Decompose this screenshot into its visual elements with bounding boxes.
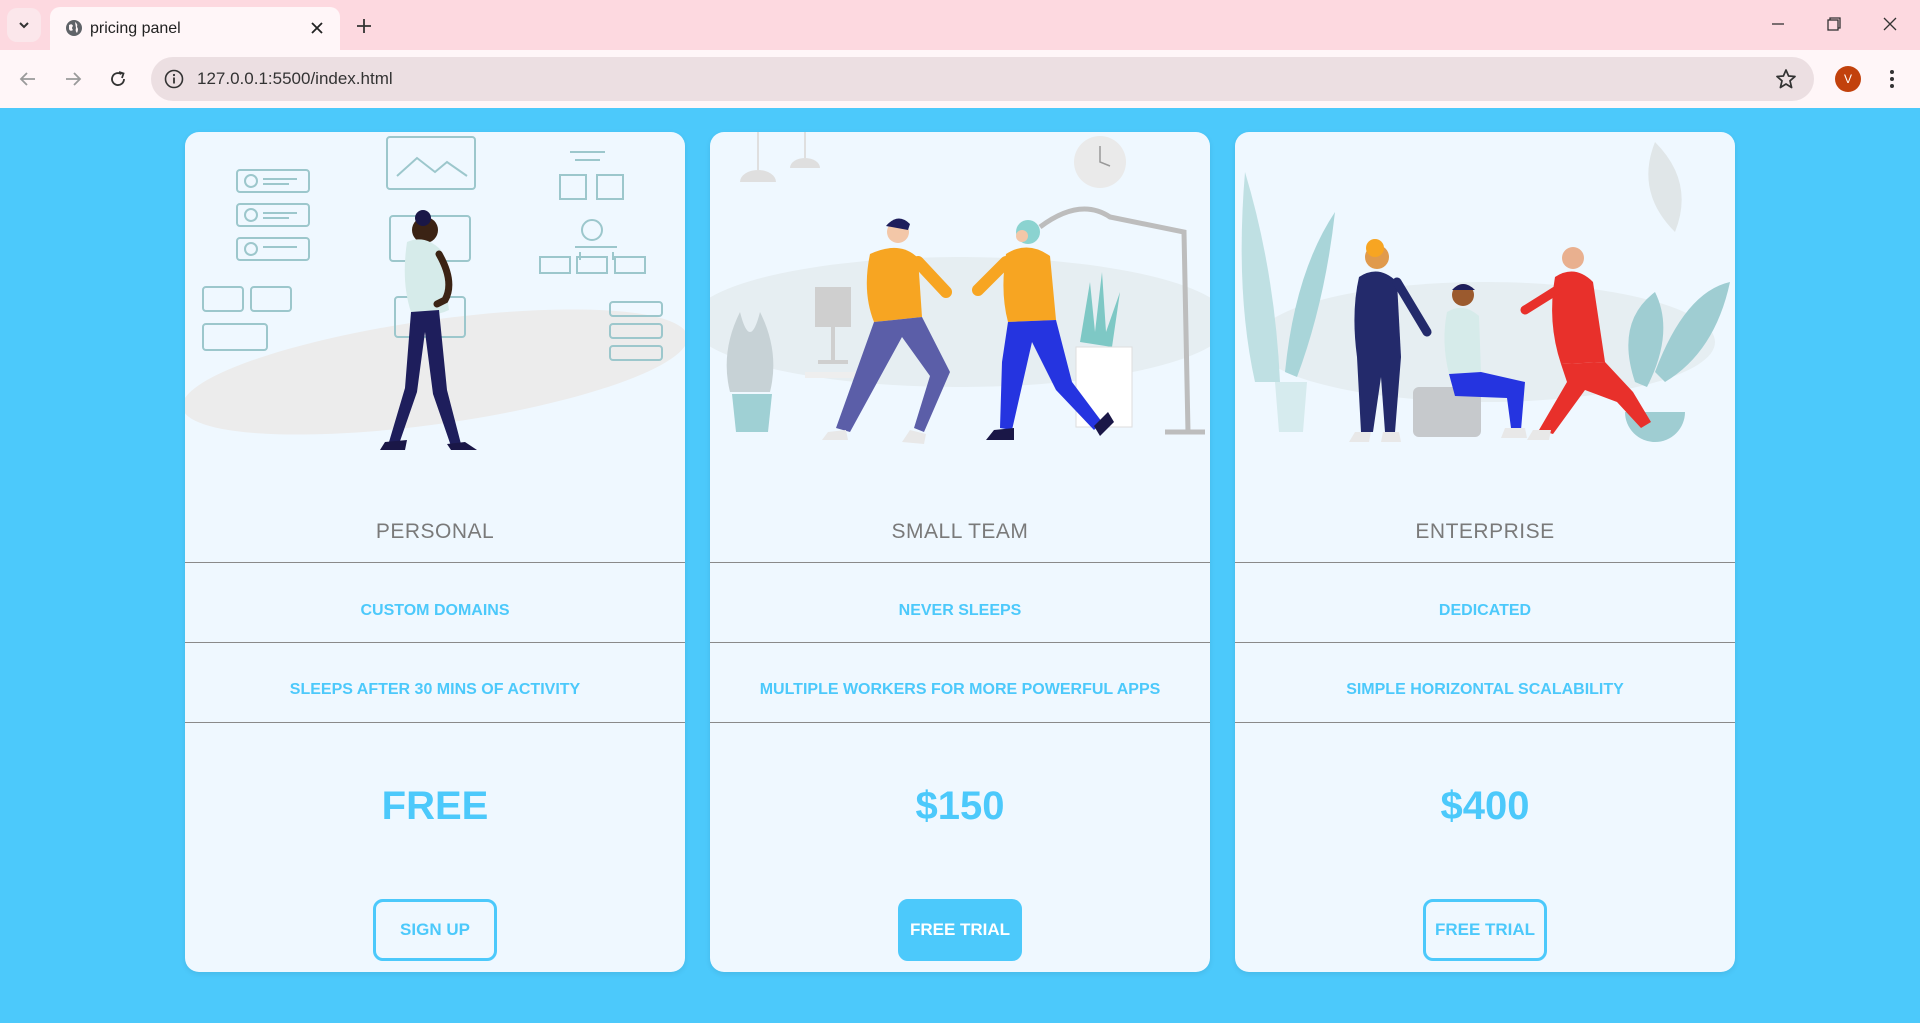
free-trial-button[interactable]: FREE TRIAL xyxy=(898,899,1022,961)
enterprise-illustration xyxy=(1241,142,1730,442)
plan-price: FREE xyxy=(381,784,489,828)
sign-up-button[interactable]: SIGN UP xyxy=(373,899,497,961)
divider xyxy=(185,722,685,723)
tab-search-icon[interactable] xyxy=(7,8,41,42)
page-content: PERSONAL CUSTOM DOMAINS SLEEPS AFTER 30 … xyxy=(0,108,1920,1023)
browser-toolbar: 127.0.0.1:5500/index.html V xyxy=(0,50,1920,108)
small-team-illustration xyxy=(710,132,1210,444)
divider xyxy=(185,562,685,563)
forward-icon[interactable] xyxy=(55,61,91,97)
restore-icon[interactable] xyxy=(1812,6,1856,42)
divider xyxy=(710,642,1210,643)
plan-feature-1: NEVER SLEEPS xyxy=(898,602,1022,619)
free-trial-button[interactable]: FREE TRIAL xyxy=(1423,899,1547,961)
close-window-icon[interactable] xyxy=(1868,6,1912,42)
plan-price: $150 xyxy=(915,784,1005,828)
reload-icon[interactable] xyxy=(100,61,136,97)
url-text[interactable]: 127.0.0.1:5500/index.html xyxy=(197,69,393,89)
plan-feature-1: CUSTOM DOMAINS xyxy=(360,602,510,619)
divider xyxy=(710,562,1210,563)
plan-name: SMALL TEAM xyxy=(891,520,1029,543)
browser-titlebar: pricing panel xyxy=(0,0,1920,50)
plus-icon[interactable] xyxy=(350,12,378,40)
plan-feature-2: SLEEPS AFTER 30 MINS OF ACTIVITY xyxy=(289,681,581,698)
plan-feature-2: SIMPLE HORIZONTAL SCALABILITY xyxy=(1346,681,1624,698)
minimize-icon[interactable] xyxy=(1756,6,1800,42)
divider xyxy=(1235,562,1735,563)
plan-price: $400 xyxy=(1440,784,1530,828)
divider xyxy=(185,642,685,643)
close-icon[interactable] xyxy=(306,17,328,39)
tab-title: pricing panel xyxy=(90,20,181,37)
profile-avatar[interactable]: V xyxy=(1835,66,1861,92)
personal-illustration xyxy=(185,136,685,450)
pricing-card-personal: PERSONAL CUSTOM DOMAINS SLEEPS AFTER 30 … xyxy=(185,132,685,972)
more-icon[interactable] xyxy=(1878,65,1906,93)
globe-icon xyxy=(66,20,82,36)
plan-feature-2: MULTIPLE WORKERS FOR MORE POWERFUL APPS xyxy=(759,681,1161,698)
back-icon[interactable] xyxy=(10,61,46,97)
address-bar[interactable]: 127.0.0.1:5500/index.html xyxy=(151,57,1814,101)
info-icon[interactable] xyxy=(163,68,185,90)
pricing-card-enterprise: ENTERPRISE DEDICATED SIMPLE HORIZONTAL S… xyxy=(1235,132,1735,972)
divider xyxy=(710,722,1210,723)
divider xyxy=(1235,642,1735,643)
plan-name: ENTERPRISE xyxy=(1415,520,1555,543)
plan-feature-1: DEDICATED xyxy=(1438,602,1532,619)
star-icon[interactable] xyxy=(1774,67,1798,91)
divider xyxy=(1235,722,1735,723)
pricing-card-small-team: SMALL TEAM NEVER SLEEPS MULTIPLE WORKERS… xyxy=(710,132,1210,972)
plan-name: PERSONAL xyxy=(375,520,495,543)
browser-tab[interactable]: pricing panel xyxy=(50,7,340,50)
